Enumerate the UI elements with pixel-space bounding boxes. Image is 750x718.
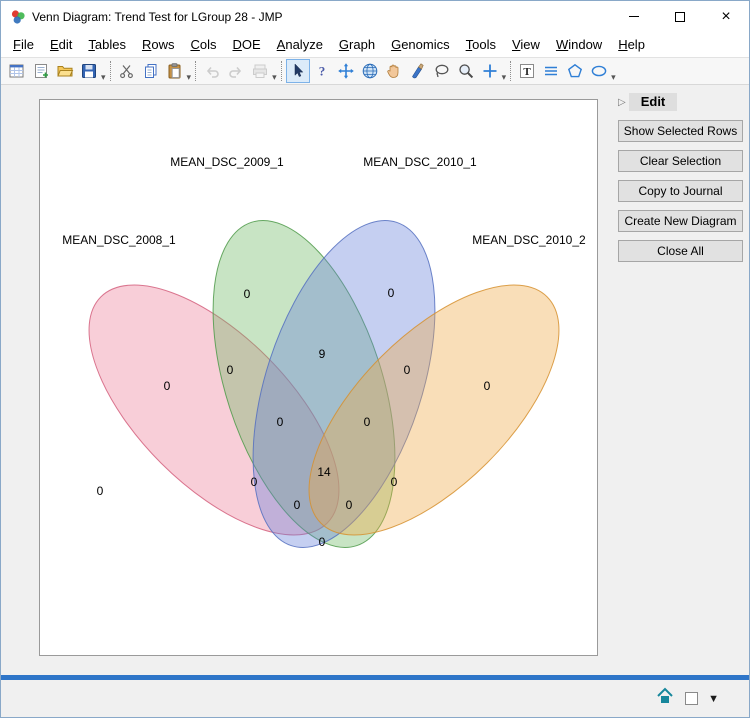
venn-diagram: [40, 100, 599, 657]
svg-text:T: T: [523, 66, 531, 78]
move-tool-icon[interactable]: [334, 59, 358, 83]
sidebar: ▷ Edit Show Selected Rows Clear Selectio…: [618, 93, 743, 270]
menu-file[interactable]: File: [5, 34, 42, 55]
venn-region-count: 9: [319, 347, 326, 361]
toolbar-overflow-chevron[interactable]: ▾: [611, 72, 616, 83]
window-title: Venn Diagram: Trend Test for LGroup 28 -…: [32, 10, 611, 24]
home-window-icon[interactable]: [655, 686, 675, 711]
help-tool-icon[interactable]: ?: [310, 59, 334, 83]
toolbar-group-chevron[interactable]: ▾: [502, 72, 507, 83]
close-all-button[interactable]: Close All: [618, 240, 743, 262]
menu-graph[interactable]: Graph: [331, 34, 383, 55]
titlebar: Venn Diagram: Trend Test for LGroup 28 -…: [1, 1, 749, 32]
menu-tables[interactable]: Tables: [80, 34, 134, 55]
toolbar-separator: [281, 61, 282, 81]
menu-view[interactable]: View: [504, 34, 548, 55]
menu-genomics[interactable]: Genomics: [383, 34, 458, 55]
arrow-tool-icon[interactable]: [286, 59, 310, 83]
venn-region-count: 14: [317, 465, 330, 479]
venn-region-count: 0: [388, 286, 395, 300]
content-area: MEAN_DSC_2008_1 MEAN_DSC_2009_1 MEAN_DSC…: [1, 85, 749, 675]
copy-icon[interactable]: [139, 59, 163, 83]
menu-analyze[interactable]: Analyze: [269, 34, 331, 55]
venn-region-count: 0: [294, 498, 301, 512]
toolbar-separator: [510, 61, 511, 81]
crosshair-tool-icon[interactable]: [478, 59, 502, 83]
toolbar-group-chevron[interactable]: ▾: [187, 72, 192, 83]
statusbar: ▼: [1, 680, 749, 717]
line-annotate-tool-icon[interactable]: [539, 59, 563, 83]
toolbar-group-chevron[interactable]: ▾: [272, 72, 277, 83]
maximize-icon: [675, 12, 685, 22]
venn-region-count: 0: [244, 287, 251, 301]
venn-region-count: 0: [319, 535, 326, 549]
new-journal-icon[interactable]: [29, 59, 53, 83]
print-icon: [248, 59, 272, 83]
venn-region-count: 0: [484, 379, 491, 393]
magnifier-tool-icon[interactable]: [454, 59, 478, 83]
hand-tool-icon[interactable]: [382, 59, 406, 83]
venn-diagram-panel: MEAN_DSC_2008_1 MEAN_DSC_2009_1 MEAN_DSC…: [39, 99, 598, 656]
venn-set-label: MEAN_DSC_2009_1: [170, 155, 283, 169]
menu-window[interactable]: Window: [548, 34, 610, 55]
edit-outline-header[interactable]: ▷ Edit: [618, 93, 743, 111]
svg-text:?: ?: [318, 64, 325, 79]
menu-cols[interactable]: Cols: [182, 34, 224, 55]
venn-region-count: 0: [227, 363, 234, 377]
minimize-icon: [629, 16, 639, 17]
polygon-annotate-tool-icon[interactable]: [563, 59, 587, 83]
undo-icon: [200, 59, 224, 83]
open-folder-icon[interactable]: [53, 59, 77, 83]
redo-icon: [224, 59, 248, 83]
venn-set-label: MEAN_DSC_2010_1: [363, 155, 476, 169]
save-icon[interactable]: [77, 59, 101, 83]
jmp-logo-icon: [10, 9, 26, 25]
create-new-diagram-button[interactable]: Create New Diagram: [618, 210, 743, 232]
menubar: File Edit Tables Rows Cols DOE Analyze G…: [1, 32, 749, 57]
paste-icon[interactable]: [163, 59, 187, 83]
venn-region-count: 0: [404, 363, 411, 377]
oval-annotate-tool-icon[interactable]: [587, 59, 611, 83]
close-button[interactable]: ×: [703, 1, 749, 32]
clear-selection-button[interactable]: Clear Selection: [618, 150, 743, 172]
menu-edit[interactable]: Edit: [42, 34, 80, 55]
toolbar-separator: [110, 61, 111, 81]
menu-tools[interactable]: Tools: [458, 34, 504, 55]
venn-region-count: 0: [346, 498, 353, 512]
dropdown-triangle-icon[interactable]: ▼: [708, 693, 719, 705]
venn-set-label: MEAN_DSC_2010_2: [472, 233, 585, 247]
venn-set-label: MEAN_DSC_2008_1: [62, 233, 175, 247]
toolbar-group-chevron[interactable]: ▾: [101, 72, 106, 83]
venn-outside-count: 0: [97, 484, 104, 498]
maximize-button[interactable]: [657, 1, 703, 32]
venn-region-count: 0: [364, 415, 371, 429]
show-selected-rows-button[interactable]: Show Selected Rows: [618, 120, 743, 142]
copy-to-journal-button[interactable]: Copy to Journal: [618, 180, 743, 202]
venn-region-count: 0: [164, 379, 171, 393]
disclosure-triangle-icon[interactable]: ▷: [618, 97, 626, 108]
globe-tool-icon[interactable]: [358, 59, 382, 83]
minimize-button[interactable]: [611, 1, 657, 32]
lasso-tool-icon[interactable]: [430, 59, 454, 83]
menu-doe[interactable]: DOE: [224, 34, 268, 55]
menu-rows[interactable]: Rows: [134, 34, 183, 55]
cut-icon[interactable]: [115, 59, 139, 83]
new-data-table-icon[interactable]: [5, 59, 29, 83]
edit-header-label: Edit: [629, 93, 678, 111]
toolbar-separator: [195, 61, 196, 81]
venn-region-count: 0: [251, 475, 258, 489]
close-icon: ×: [721, 12, 730, 22]
app-window: Venn Diagram: Trend Test for LGroup 28 -…: [0, 0, 750, 718]
menu-help[interactable]: Help: [610, 34, 653, 55]
status-checkbox[interactable]: [685, 692, 698, 705]
venn-region-count: 0: [277, 415, 284, 429]
venn-region-count: 0: [391, 475, 398, 489]
brush-tool-icon[interactable]: [406, 59, 430, 83]
toolbar: ▾ ▾ ▾ ?: [1, 57, 749, 85]
text-annotate-tool-icon[interactable]: T: [515, 59, 539, 83]
